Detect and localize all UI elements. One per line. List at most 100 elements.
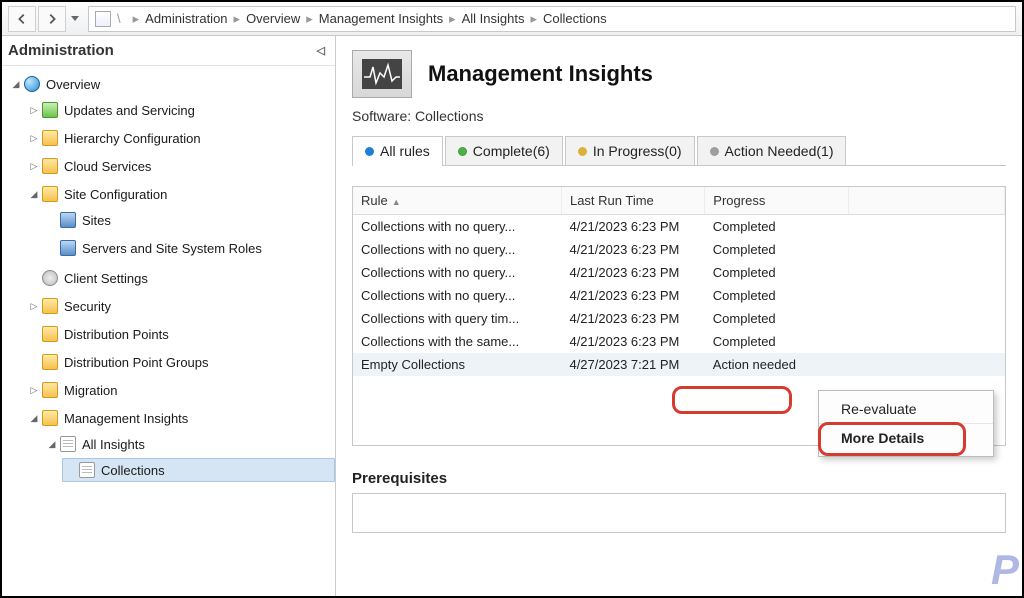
menu-item-reevaluate[interactable]: Re-evaluate <box>819 395 993 423</box>
chevron-down-icon <box>71 16 79 21</box>
tab-strip: All rules Complete(6) In Progress(0) Act… <box>352 136 1006 166</box>
tree-node-security[interactable]: ▷Security <box>26 294 335 318</box>
tree-node-clientset[interactable]: Client Settings <box>26 266 335 290</box>
table-row[interactable]: Collections with query tim...4/21/2023 6… <box>353 307 1005 330</box>
content-panel: Management Insights Software: Collection… <box>336 36 1022 596</box>
table-row[interactable]: Collections with no query...4/21/2023 6:… <box>353 284 1005 307</box>
table-row[interactable]: Collections with no query...4/21/2023 6:… <box>353 215 1005 239</box>
cell-rule: Collections with no query... <box>353 215 561 239</box>
tree-label: Overview <box>46 77 100 92</box>
breadcrumb-item[interactable]: All Insights <box>462 11 525 26</box>
expander-icon[interactable]: ◢ <box>10 78 22 90</box>
cell-progress: Completed <box>705 261 848 284</box>
cell-time: 4/21/2023 6:23 PM <box>561 238 704 261</box>
cell-rule: Collections with query tim... <box>353 307 561 330</box>
tree-label: Hierarchy Configuration <box>64 131 201 146</box>
menu-item-more-details[interactable]: More Details <box>819 423 993 452</box>
column-header-progress[interactable]: Progress <box>705 187 848 215</box>
expander-icon[interactable]: ▷ <box>28 300 40 312</box>
breadcrumb-item[interactable]: Management Insights <box>319 11 443 26</box>
tree-node-mginsights[interactable]: ◢ Management Insights <box>26 406 335 430</box>
tree-node-migration[interactable]: ▷ Migration <box>26 378 335 402</box>
column-header-extra[interactable] <box>848 187 1004 215</box>
expander-icon[interactable]: ▷ <box>28 160 40 172</box>
breadcrumb[interactable]: \ ▸ Administration ▸ Overview ▸ Manageme… <box>88 6 1016 32</box>
expander-icon[interactable]: ◢ <box>28 412 40 424</box>
column-header-rule[interactable]: Rule▲ <box>353 187 561 215</box>
expander-icon[interactable]: ▷ <box>28 104 40 116</box>
tree-label: Management Insights <box>64 411 188 426</box>
folder-icon <box>42 382 58 398</box>
tab-all-rules[interactable]: All rules <box>352 136 443 165</box>
tree-label: Distribution Point Groups <box>64 355 209 370</box>
tree-node-cloud[interactable]: ▷ Cloud Services <box>26 154 335 178</box>
table-row[interactable]: Collections with no query...4/21/2023 6:… <box>353 261 1005 284</box>
table-row[interactable]: Collections with the same...4/21/2023 6:… <box>353 330 1005 353</box>
tree-label: Updates and Servicing <box>64 103 195 118</box>
tree-node-allinsights[interactable]: ◢All Insights <box>44 432 335 456</box>
tab-in-progress[interactable]: In Progress(0) <box>565 136 695 165</box>
expander-icon[interactable]: ◢ <box>46 438 58 450</box>
tab-action-needed[interactable]: Action Needed(1) <box>697 136 847 165</box>
tree-node-distpoints[interactable]: Distribution Points <box>26 322 335 346</box>
back-button[interactable] <box>8 6 36 32</box>
tree-node-sites[interactable]: Sites <box>44 208 335 232</box>
folder-icon <box>42 326 58 342</box>
status-dot-icon <box>578 147 587 156</box>
tree-node-updates[interactable]: ▷ Updates and Servicing <box>26 98 335 122</box>
tree-node-distgroups[interactable]: Distribution Point Groups <box>26 350 335 374</box>
tree-label: Servers and Site System Roles <box>82 241 262 256</box>
tree-label: Client Settings <box>64 271 148 286</box>
tree-node-collections[interactable]: Collections <box>62 458 335 482</box>
tree-node-overview[interactable]: ◢ Overview <box>8 72 335 96</box>
forward-button[interactable] <box>38 6 66 32</box>
cell-time: 4/27/2023 7:21 PM <box>561 353 704 376</box>
folder-icon <box>42 298 58 314</box>
arrow-left-icon <box>15 12 29 26</box>
cell-time: 4/21/2023 6:23 PM <box>561 330 704 353</box>
breadcrumb-chevron-icon: ▸ <box>234 11 241 27</box>
prerequisites-section: Prerequisites <box>352 470 1006 533</box>
breadcrumb-item[interactable]: Collections <box>543 11 607 26</box>
cell-progress: Completed <box>705 215 848 239</box>
history-dropdown[interactable] <box>68 6 82 32</box>
gear-icon <box>42 270 58 286</box>
expander-icon[interactable]: ◢ <box>28 188 40 200</box>
column-header-time[interactable]: Last Run Time <box>561 187 704 215</box>
table-row[interactable]: Empty Collections4/27/2023 7:21 PMAction… <box>353 353 1005 376</box>
cell-progress: Completed <box>705 284 848 307</box>
breadcrumb-item[interactable]: Overview <box>246 11 300 26</box>
collapse-panel-icon[interactable]: ◁ <box>317 44 325 57</box>
tree-label: Distribution Points <box>64 327 169 342</box>
status-dot-icon <box>365 147 374 156</box>
tab-complete[interactable]: Complete(6) <box>445 136 563 165</box>
folder-icon <box>42 130 58 146</box>
tree-label: Cloud Services <box>64 159 151 174</box>
software-line: Software: Collections <box>352 108 1006 124</box>
table-row[interactable]: Collections with no query...4/21/2023 6:… <box>353 238 1005 261</box>
cell-progress: Completed <box>705 238 848 261</box>
cell-time: 4/21/2023 6:23 PM <box>561 284 704 307</box>
expander-icon[interactable]: ▷ <box>28 384 40 396</box>
tree-label: Migration <box>64 383 117 398</box>
tree-node-serversroles[interactable]: Servers and Site System Roles <box>44 236 335 260</box>
updates-icon <box>42 102 58 118</box>
tree-node-siteconfig[interactable]: ◢ Site Configuration <box>26 182 335 206</box>
cell-rule: Collections with no query... <box>353 238 561 261</box>
cell-rule: Collections with no query... <box>353 284 561 307</box>
folder-icon <box>42 354 58 370</box>
cell-time: 4/21/2023 6:23 PM <box>561 307 704 330</box>
tree-node-hierarchy[interactable]: ▷ Hierarchy Configuration <box>26 126 335 150</box>
expander-icon[interactable]: ▷ <box>28 132 40 144</box>
tab-label: Complete(6) <box>473 143 550 159</box>
heartbeat-icon <box>362 59 402 89</box>
breadcrumb-chevron-icon: ▸ <box>449 11 456 27</box>
tree-label: Site Configuration <box>64 187 167 202</box>
breadcrumb-item[interactable]: Administration <box>145 11 227 26</box>
cell-time: 4/21/2023 6:23 PM <box>561 215 704 239</box>
breadcrumb-chevron-icon: ▸ <box>133 11 140 27</box>
tab-label: All rules <box>380 143 430 159</box>
breadcrumb-sep: \ <box>117 11 121 26</box>
breadcrumb-root-icon <box>95 11 111 27</box>
arrow-right-icon <box>45 12 59 26</box>
